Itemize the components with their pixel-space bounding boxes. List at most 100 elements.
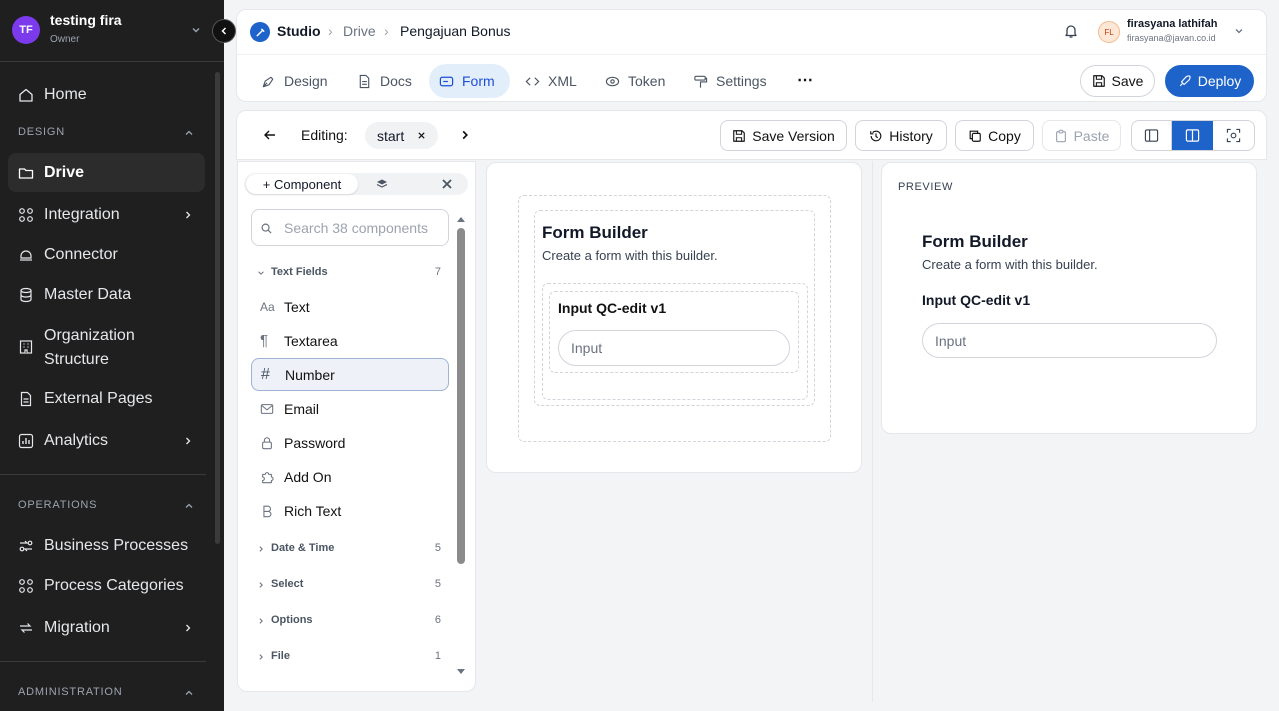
sidebar-item-label: Connector <box>44 246 118 263</box>
preview-label: PREVIEW <box>898 181 953 193</box>
paste-button[interactable]: Paste <box>1042 120 1121 151</box>
form-container[interactable]: Form Builder Create a form with this bui… <box>534 210 815 406</box>
component-add-on[interactable]: Add On <box>251 460 449 493</box>
component-email[interactable]: Email <box>251 392 449 425</box>
bell-icon[interactable] <box>1063 23 1079 39</box>
layers-icon[interactable] <box>376 178 388 190</box>
component-password[interactable]: Password <box>251 426 449 459</box>
close-icon[interactable] <box>417 131 426 140</box>
layout-preview-button[interactable] <box>1213 121 1254 150</box>
user-name: firasyana lathifah <box>1127 18 1218 30</box>
copy-button[interactable]: Copy <box>955 120 1034 151</box>
save-version-button[interactable]: Save Version <box>720 120 847 151</box>
tab-docs[interactable]: Docs <box>347 64 422 98</box>
focus-preview-icon <box>1226 128 1240 143</box>
home-icon <box>19 88 33 102</box>
chevron-right-icon <box>186 211 191 219</box>
component-rich-text[interactable]: Rich Text <box>251 494 449 527</box>
workspace-switcher[interactable]: TF testing fira Owner <box>0 0 224 62</box>
sidebar-item-business-processes[interactable]: Business Processes <box>8 531 205 561</box>
component-number[interactable]: # Number <box>251 358 449 391</box>
divider <box>237 54 1266 55</box>
save-icon <box>733 129 746 142</box>
tab-label: Design <box>284 73 328 89</box>
grid-icon <box>19 579 33 593</box>
group-label: File <box>271 650 290 662</box>
sidebar-item-integration[interactable]: Integration <box>8 200 205 230</box>
layout-split-button[interactable] <box>1172 121 1213 150</box>
top-bar: Studio › Drive › Pengajuan Bonus FL fira… <box>236 9 1267 102</box>
editor-toolbar: Editing: start Save Version History Copy… <box>236 110 1267 160</box>
hash-icon: # <box>261 365 270 383</box>
component-textarea[interactable]: ¶ Textarea <box>251 324 449 357</box>
lock-icon <box>262 436 272 449</box>
group-count: 7 <box>434 266 441 278</box>
breadcrumb-drive[interactable]: Drive <box>343 23 376 39</box>
preview-panel: PREVIEW Form Builder Create a form with … <box>881 162 1257 434</box>
chevron-right-icon <box>259 546 263 552</box>
group-count: 5 <box>434 578 441 590</box>
tab-component[interactable]: + Component <box>246 174 358 194</box>
sidebar-scrollbar[interactable] <box>215 72 220 544</box>
arrow-left-icon[interactable] <box>262 127 278 143</box>
deploy-button[interactable]: Deploy <box>1165 65 1254 97</box>
field-wrapper[interactable]: Input QC-edit v1 Input <box>549 291 799 373</box>
chevron-down-icon[interactable] <box>1234 26 1244 36</box>
sidebar-item-connector[interactable]: Connector <box>8 240 205 270</box>
sidebar-item-external-pages[interactable]: External Pages <box>8 384 205 414</box>
sidebar-item-drive[interactable]: Drive <box>8 153 205 192</box>
mail-icon <box>260 403 274 414</box>
sidebar-item-master-data[interactable]: Master Data <box>8 280 205 310</box>
chip-label: start <box>377 127 405 144</box>
breadcrumb-studio[interactable]: Studio <box>277 23 321 39</box>
scroll-up-icon[interactable] <box>456 215 466 223</box>
tab-settings[interactable]: Settings <box>683 64 777 98</box>
chevron-down-icon <box>258 271 264 275</box>
preview-field-input[interactable]: Input <box>922 323 1217 358</box>
collapse-sidebar-button[interactable] <box>212 19 236 43</box>
preview-field-label: Input QC-edit v1 <box>922 292 1031 308</box>
group-text-fields[interactable]: Text Fields 7 <box>251 263 449 285</box>
component-label: Textarea <box>284 332 338 349</box>
button-label: History <box>889 127 933 144</box>
component-scrollbar-thumb[interactable] <box>457 228 465 564</box>
group-options[interactable]: Options 6 <box>251 611 449 633</box>
tab-xml[interactable]: XML <box>515 64 587 98</box>
save-button[interactable]: Save <box>1080 65 1155 97</box>
user-avatar[interactable]: FL <box>1098 21 1120 43</box>
sidebar-item-label: Master Data <box>44 286 132 303</box>
sidebar-item-label: Home <box>44 86 87 103</box>
chevron-up-icon[interactable] <box>184 688 194 698</box>
sidebar-item-analytics[interactable]: Analytics <box>8 426 205 456</box>
sidebar-item-label: Drive <box>44 163 85 181</box>
chevron-right-icon <box>259 618 263 624</box>
layout-left-panel-button[interactable] <box>1132 121 1173 150</box>
breadcrumb-current: Pengajuan Bonus <box>400 23 511 39</box>
editing-chip[interactable]: start <box>365 122 438 149</box>
group-count: 1 <box>434 650 441 662</box>
chevron-up-icon[interactable] <box>184 501 194 511</box>
component-text[interactable]: Aa Text <box>251 290 449 323</box>
chevron-up-icon[interactable] <box>184 128 194 138</box>
sidebar-item-organization-structure[interactable]: Organization Structure <box>8 322 205 372</box>
tools-icon[interactable] <box>441 178 453 190</box>
group-date-time[interactable]: Date & Time 5 <box>251 539 449 561</box>
group-file[interactable]: File 1 <box>251 647 449 669</box>
field-input[interactable]: Input <box>558 330 790 366</box>
tab-token[interactable]: Token <box>595 64 675 98</box>
history-button[interactable]: History <box>855 120 947 151</box>
tab-design[interactable]: Design <box>251 64 338 98</box>
scroll-down-icon[interactable] <box>456 668 466 676</box>
sidebar-item-process-categories[interactable]: Process Categories <box>8 571 205 601</box>
chevron-right-icon[interactable] <box>459 129 471 141</box>
tab-label: Form <box>462 73 495 89</box>
group-select[interactable]: Select 5 <box>251 575 449 597</box>
tab-label: XML <box>548 73 577 89</box>
sidebar-item-home[interactable]: Home <box>8 80 205 110</box>
form-icon <box>439 76 454 86</box>
editing-label: Editing: <box>301 127 348 143</box>
tab-form[interactable]: Form <box>429 64 510 98</box>
sidebar-item-migration[interactable]: Migration <box>8 613 205 643</box>
component-search-field[interactable]: Search 38 components <box>251 209 449 246</box>
more-options-icon[interactable]: ⋯ <box>797 70 814 90</box>
